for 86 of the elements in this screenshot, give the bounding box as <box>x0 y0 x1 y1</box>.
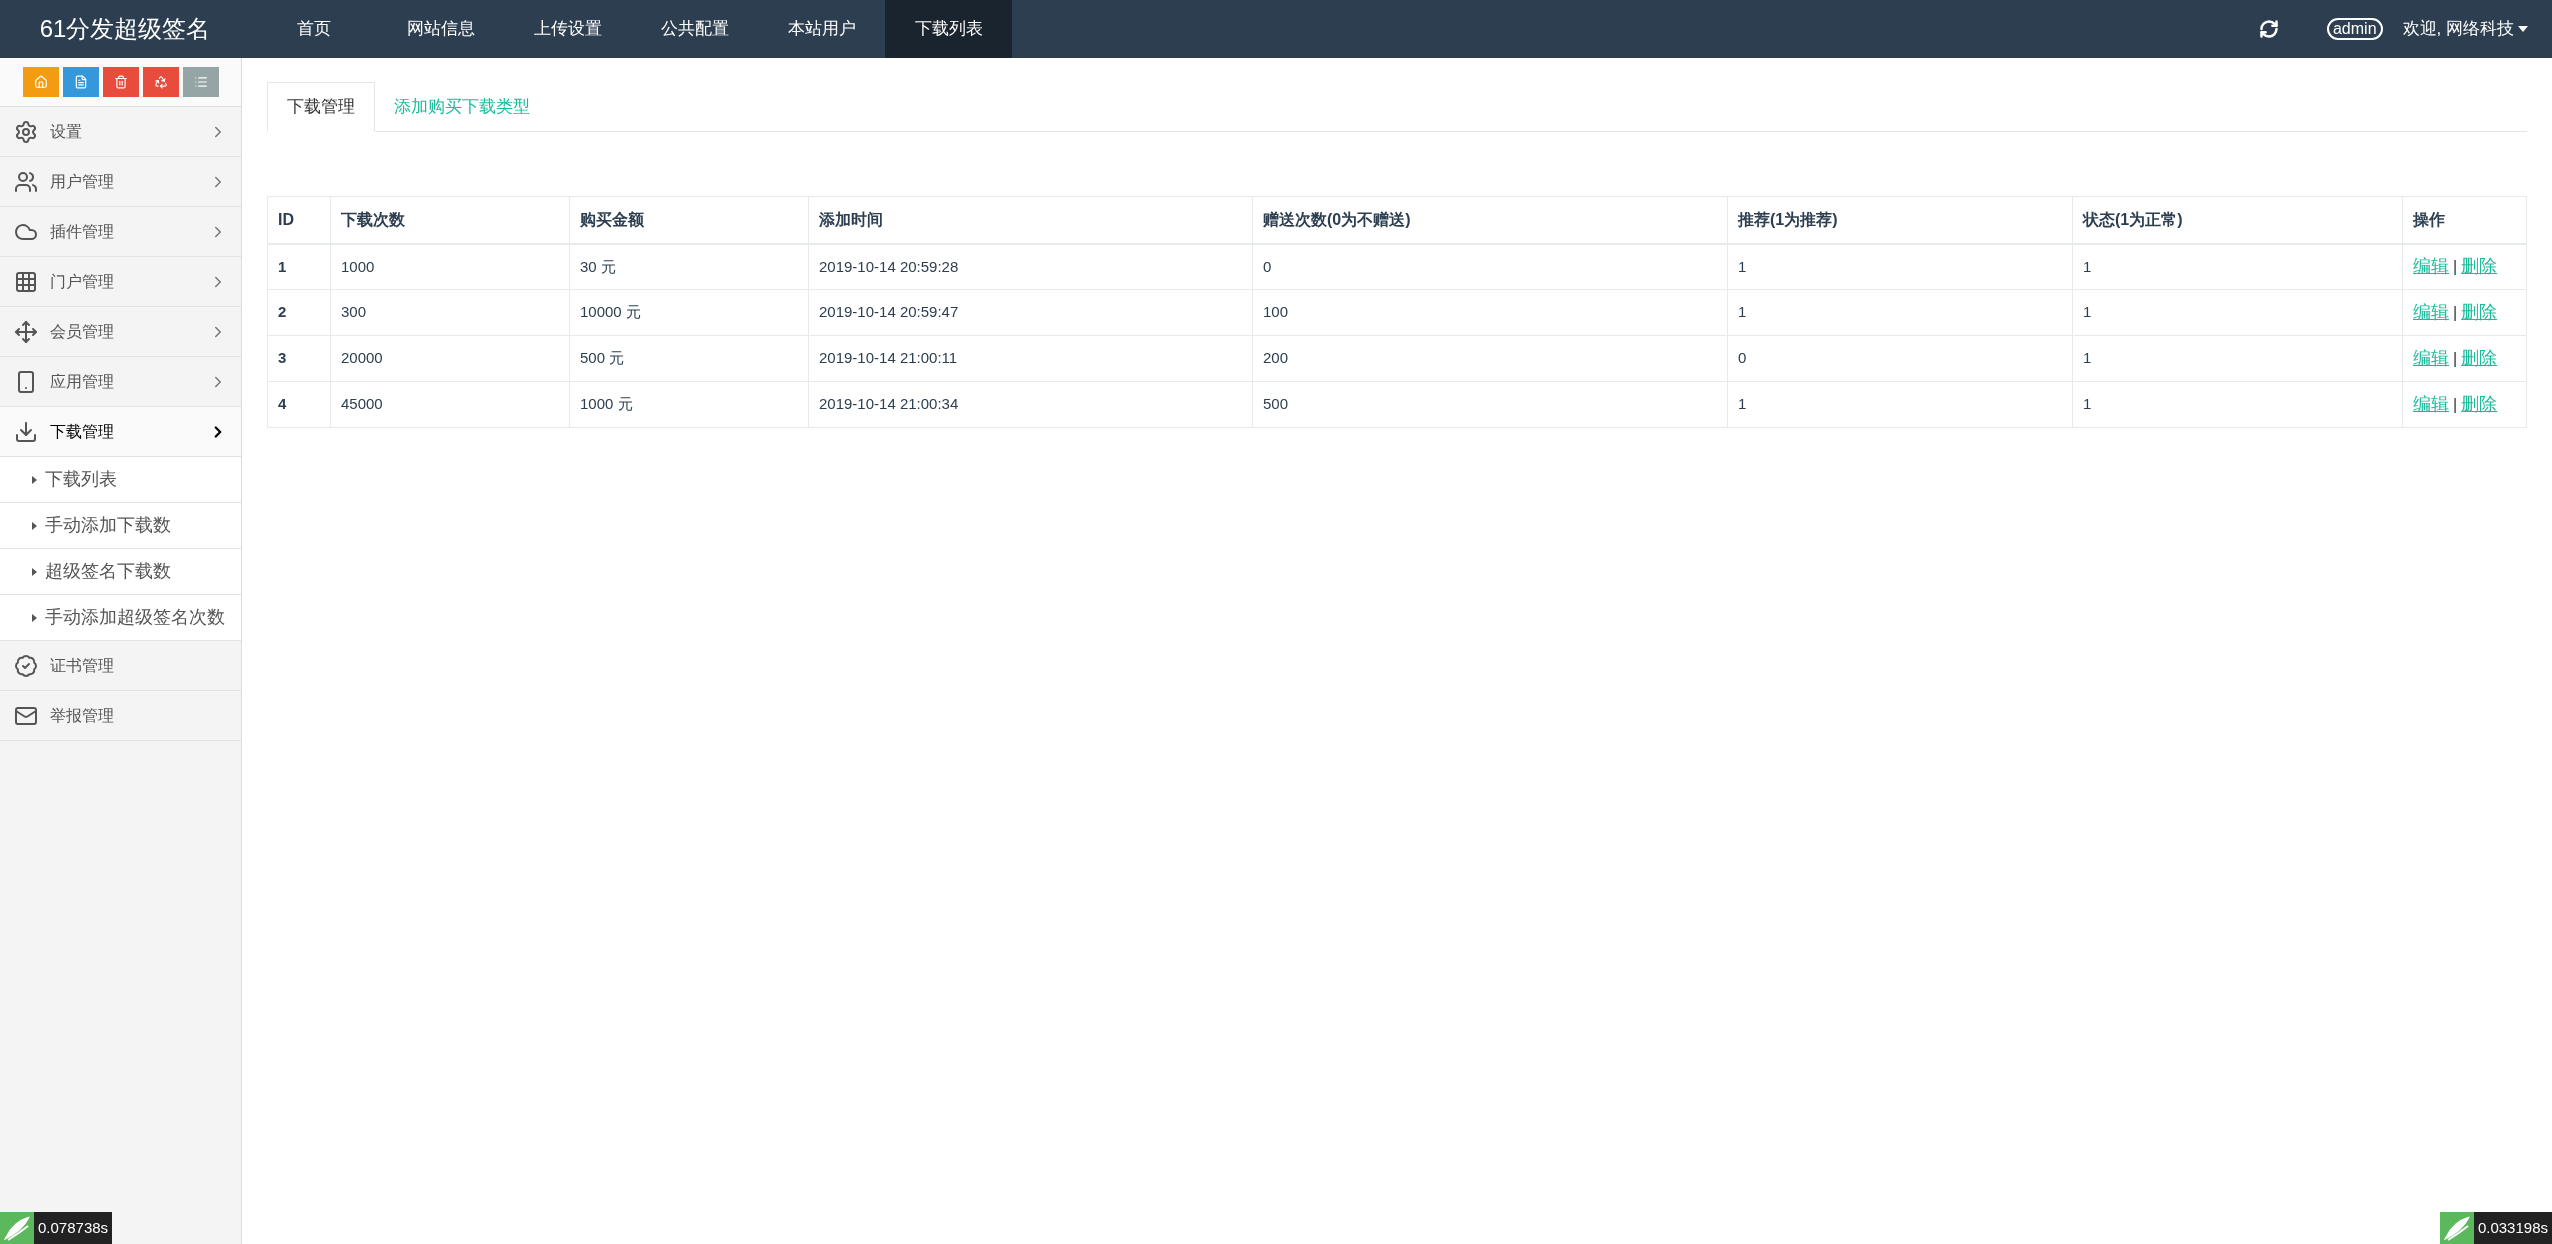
separator: | <box>2453 396 2458 413</box>
file-button[interactable] <box>62 67 99 97</box>
separator: | <box>2453 350 2458 367</box>
column-header: 操作 <box>2402 196 2527 244</box>
sidebar-item[interactable]: 证书管理 <box>0 641 241 691</box>
table-cell: 2019-10-14 21:00:11 <box>808 335 1253 382</box>
refresh-icon[interactable] <box>2258 19 2279 39</box>
content-tab[interactable]: 下载管理 <box>267 82 375 132</box>
sidebar-item[interactable]: 用户管理 <box>0 157 241 207</box>
table-cell: 1 <box>1727 289 2073 336</box>
grid-icon <box>14 269 38 294</box>
table-cell: 200 <box>1252 335 1728 382</box>
column-header: 下载次数 <box>330 196 570 244</box>
table-cell: 2019-10-14 21:00:34 <box>808 381 1253 428</box>
table-cell: 0 <box>1727 335 2073 382</box>
sidebar-item[interactable]: 举报管理 <box>0 691 241 741</box>
sidebar-item[interactable]: 会员管理 <box>0 307 241 357</box>
table-cell: 2 <box>267 289 331 336</box>
trash-icon <box>113 75 128 89</box>
submenu-item[interactable]: 下载列表 <box>0 457 241 503</box>
gears-icon <box>14 119 38 144</box>
table-cell: 1 <box>2072 381 2403 428</box>
table-cell: 2019-10-14 20:59:28 <box>808 243 1253 290</box>
separator: | <box>2453 258 2458 276</box>
home-button[interactable] <box>22 67 59 97</box>
separator: | <box>2453 304 2458 321</box>
submenu-item[interactable]: 超级签名下载数 <box>0 549 241 595</box>
brand-title: 61分发超级签名 <box>38 14 212 44</box>
users-icon <box>14 169 38 194</box>
table-cell: 100 <box>1252 289 1728 336</box>
nav-tab[interactable]: 上传设置 <box>504 0 631 58</box>
sidebar-item[interactable]: 插件管理 <box>0 207 241 257</box>
admin-badge: admin <box>2326 18 2383 40</box>
seal-icon <box>14 653 38 678</box>
caret-icon <box>2518 26 2528 32</box>
column-header: 购买金额 <box>569 196 809 244</box>
move-icon <box>14 319 38 344</box>
sidebar-item[interactable]: 设置 <box>0 107 241 157</box>
table-cell: 500 <box>1252 381 1728 428</box>
list-icon <box>193 75 208 89</box>
table-cell: 1 <box>2072 243 2403 290</box>
timer-badge: 0.033198s <box>2439 1212 2552 1244</box>
column-header: 状态(1为正常) <box>2072 196 2403 244</box>
submenu-item[interactable]: 手动添加超级签名次数 <box>0 595 241 641</box>
column-header: 赠送次数(0为不赠送) <box>1252 196 1728 244</box>
triangle-icon <box>32 521 37 530</box>
user-menu[interactable]: 欢迎, 网络科技 <box>2402 16 2528 42</box>
table-cell: 1 <box>267 243 331 290</box>
nav-tab[interactable]: 本站用户 <box>758 0 885 58</box>
nav-tab[interactable]: 网站信息 <box>377 0 504 58</box>
timer-badge: 0.078738s <box>0 1212 113 1244</box>
table-cell: 1000 <box>330 243 570 290</box>
download-icon <box>14 419 38 444</box>
triangle-icon <box>32 567 37 576</box>
table-cell: 1 <box>2072 335 2403 382</box>
sidebar-item[interactable]: 下载管理 <box>0 407 241 457</box>
trash-button[interactable] <box>102 67 139 97</box>
table-cell: 30 元 <box>569 243 809 290</box>
table-cell: 20000 <box>330 335 570 382</box>
table-cell: 1 <box>1727 243 2073 290</box>
table-cell: 10000 元 <box>569 289 809 336</box>
column-header: ID <box>267 196 331 244</box>
nav-tab[interactable]: 首页 <box>250 0 377 58</box>
table-cell: 0 <box>1252 243 1728 290</box>
table-cell: 2019-10-14 20:59:47 <box>808 289 1253 336</box>
list-button[interactable] <box>182 67 219 97</box>
nav-tab[interactable]: 下载列表 <box>885 0 1012 58</box>
table-cell: 300 <box>330 289 570 336</box>
triangle-icon <box>32 475 37 484</box>
table-cell: 4 <box>267 381 331 428</box>
submenu-item[interactable]: 手动添加下载数 <box>0 503 241 549</box>
table-cell: 500 元 <box>569 335 809 382</box>
table-cell: 1000 元 <box>569 381 809 428</box>
table-cell: 3 <box>267 335 331 382</box>
table-cell: 45000 <box>330 381 570 428</box>
file-icon <box>73 75 88 89</box>
nav-tab[interactable]: 公共配置 <box>631 0 758 58</box>
recycle-button[interactable] <box>142 67 179 97</box>
table-cell: 1 <box>2072 289 2403 336</box>
recycle-icon <box>153 75 168 89</box>
column-header: 添加时间 <box>808 196 1253 244</box>
triangle-icon <box>32 613 37 622</box>
home-icon <box>33 75 48 89</box>
sidebar-item[interactable]: 门户管理 <box>0 257 241 307</box>
table-cell: 1 <box>1727 381 2073 428</box>
column-header: 推荐(1为推荐) <box>1727 196 2073 244</box>
